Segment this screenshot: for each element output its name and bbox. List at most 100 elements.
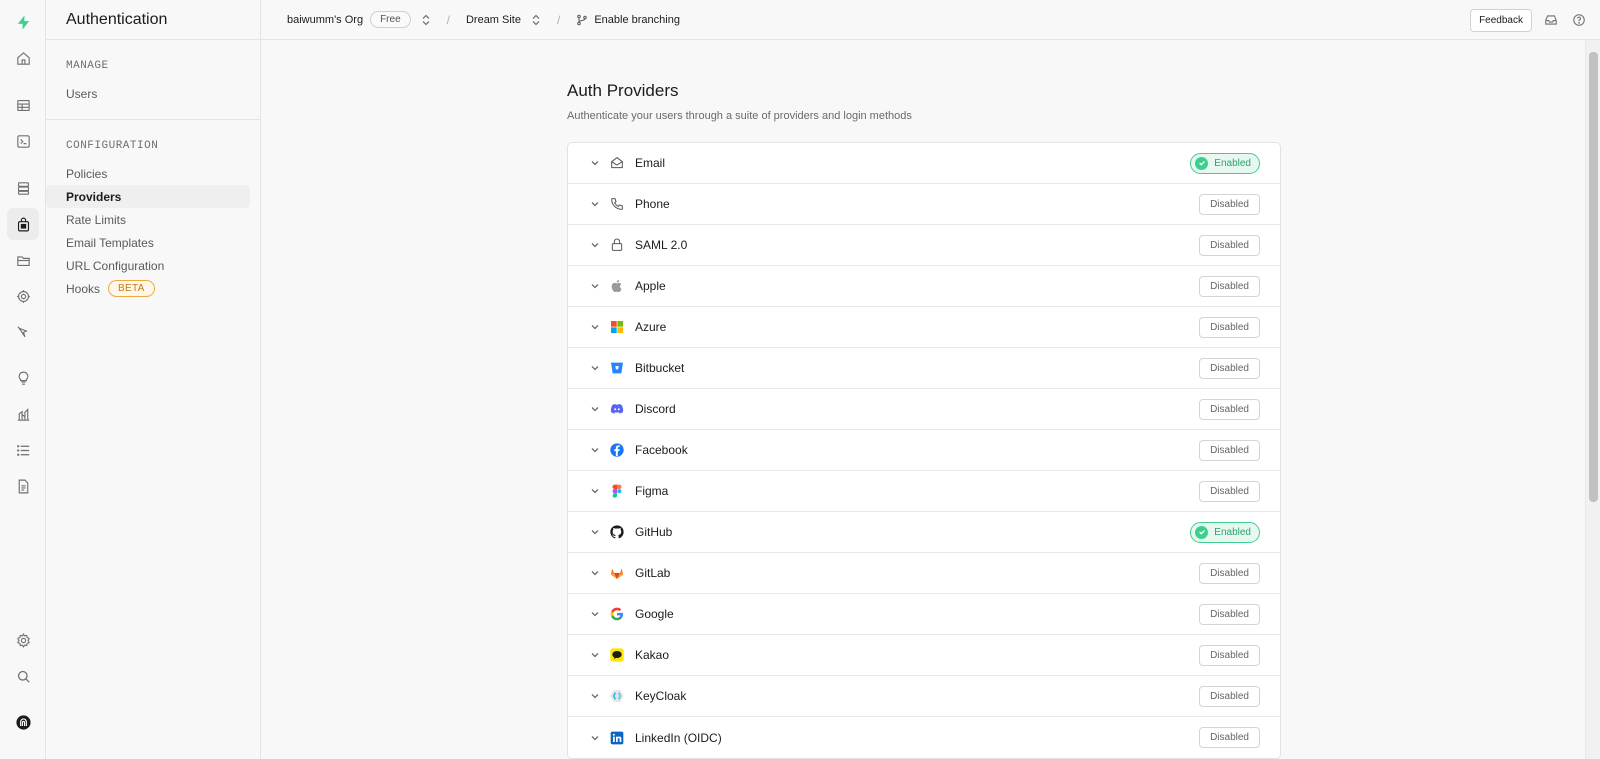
database-icon[interactable] [7, 172, 39, 204]
sql-editor-icon[interactable] [7, 125, 39, 157]
table-editor-icon[interactable] [7, 89, 39, 121]
linkedin-icon [609, 730, 625, 746]
provider-name: LinkedIn (OIDC) [635, 730, 722, 745]
scrollbar-thumb[interactable] [1589, 52, 1598, 502]
status-label: Disabled [1210, 567, 1249, 579]
status-badge: Disabled [1199, 398, 1260, 420]
provider-row-google[interactable]: Google Disabled [568, 594, 1280, 635]
reports-icon[interactable] [7, 398, 39, 430]
status-badge: Disabled [1199, 275, 1260, 297]
provider-row-discord[interactable]: Discord Disabled [568, 389, 1280, 430]
project-selector[interactable]: Dream Site [466, 14, 541, 26]
inbox-icon[interactable] [1544, 13, 1558, 27]
chevron-down-icon[interactable] [590, 322, 600, 332]
advisors-icon[interactable] [7, 362, 39, 394]
sidebar-item-policies[interactable]: Policies [46, 162, 250, 185]
page-subtitle: Authenticate your users through a suite … [567, 110, 912, 122]
phone-icon [609, 196, 625, 212]
provider-row-figma[interactable]: Figma Disabled [568, 471, 1280, 512]
provider-name: GitLab [635, 566, 671, 580]
figma-icon [609, 483, 625, 499]
status-label: Disabled [1210, 444, 1249, 456]
chevron-down-icon[interactable] [590, 527, 600, 537]
keycloak-icon [609, 688, 625, 704]
page-scrollbar[interactable] [1585, 40, 1600, 759]
sidebar-item-rate-limits[interactable]: Rate Limits [46, 208, 250, 231]
chevron-down-icon[interactable] [590, 240, 600, 250]
feedback-button[interactable]: Feedback [1470, 8, 1532, 32]
logs-icon[interactable] [7, 434, 39, 466]
plan-badge: Free [370, 11, 411, 28]
status-label: Disabled [1210, 649, 1249, 661]
chevron-down-icon[interactable] [590, 486, 600, 496]
provider-row-github[interactable]: GitHub Enabled [568, 512, 1280, 553]
edge-functions-icon[interactable] [7, 280, 39, 312]
provider-row-azure[interactable]: Azure Disabled [568, 307, 1280, 348]
sidebar-item-email-templates[interactable]: Email Templates [46, 231, 250, 254]
settings-icon[interactable] [7, 624, 39, 656]
sidebar-item-hooks[interactable]: Hooks BETA [46, 277, 250, 300]
storage-icon[interactable] [7, 244, 39, 276]
provider-name: Facebook [635, 443, 688, 457]
supabase-logo-icon[interactable] [7, 6, 39, 38]
chevron-down-icon[interactable] [590, 363, 600, 373]
chevron-down-icon[interactable] [590, 568, 600, 578]
auth-sidebar: Authentication MANAGE Users CONFIGURATIO… [46, 0, 261, 759]
authentication-icon[interactable] [7, 208, 39, 240]
chevron-down-icon[interactable] [590, 733, 600, 743]
realtime-icon[interactable] [7, 316, 39, 348]
provider-row-linkedin-oidc[interactable]: LinkedIn (OIDC) Disabled [568, 717, 1280, 758]
provider-row-email[interactable]: Email Enabled [568, 143, 1280, 184]
account-avatar-icon[interactable] [7, 706, 39, 738]
sidebar-item-url-configuration[interactable]: URL Configuration [46, 254, 250, 277]
status-label: Disabled [1210, 198, 1249, 210]
provider-name: Phone [635, 197, 670, 211]
provider-row-saml-2-0[interactable]: SAML 2.0 Disabled [568, 225, 1280, 266]
sidebar-item-label: Rate Limits [66, 212, 127, 227]
status-badge: Enabled [1190, 521, 1260, 543]
chevron-down-icon[interactable] [590, 609, 600, 619]
sidebar-item-label: Email Templates [66, 235, 154, 250]
chevron-down-icon[interactable] [590, 691, 600, 701]
org-selector[interactable]: baiwumm's Org Free [287, 11, 431, 28]
sidebar-item-label: Users [66, 86, 98, 101]
sidebar-item-users[interactable]: Users [46, 82, 250, 105]
page-title: Auth Providers [567, 81, 679, 100]
chevron-down-icon[interactable] [590, 445, 600, 455]
provider-row-phone[interactable]: Phone Disabled [568, 184, 1280, 225]
check-circle-icon [1195, 156, 1209, 170]
provider-name: Google [635, 607, 674, 621]
status-label: Disabled [1210, 485, 1249, 497]
home-icon[interactable] [7, 42, 39, 74]
chevron-down-icon[interactable] [590, 650, 600, 660]
status-badge: Disabled [1199, 234, 1260, 256]
help-icon[interactable] [1572, 13, 1586, 27]
status-badge: Disabled [1199, 357, 1260, 379]
git-branch-icon [577, 14, 588, 25]
sidebar-item-providers[interactable]: Providers [46, 185, 250, 208]
provider-row-keycloak[interactable]: KeyCloak Disabled [568, 676, 1280, 717]
provider-row-bitbucket[interactable]: Bitbucket Disabled [568, 348, 1280, 389]
status-label: Disabled [1210, 732, 1249, 743]
main-content: Auth Providers Authenticate your users t… [261, 40, 1585, 759]
enable-branching-button[interactable]: Enable branching [576, 14, 680, 26]
facebook-icon [609, 442, 625, 458]
api-docs-icon[interactable] [7, 470, 39, 502]
provider-row-kakao[interactable]: Kakao Disabled [568, 635, 1280, 676]
chevron-down-icon[interactable] [590, 281, 600, 291]
breadcrumb-separator: / [557, 12, 561, 27]
sidebar-title: Authentication [46, 0, 260, 40]
provider-row-gitlab[interactable]: GitLab Disabled [568, 553, 1280, 594]
provider-name: KeyCloak [635, 689, 687, 703]
chevron-down-icon[interactable] [590, 404, 600, 414]
status-label: Disabled [1210, 280, 1249, 292]
status-badge: Disabled [1199, 193, 1260, 215]
provider-row-facebook[interactable]: Facebook Disabled [568, 430, 1280, 471]
provider-row-apple[interactable]: Apple Disabled [568, 266, 1280, 307]
icon-rail [0, 0, 46, 759]
beta-badge: BETA [108, 280, 155, 297]
search-icon[interactable] [7, 660, 39, 692]
chevron-down-icon[interactable] [590, 199, 600, 209]
chevron-down-icon[interactable] [590, 158, 600, 168]
bitbucket-icon [609, 360, 625, 376]
